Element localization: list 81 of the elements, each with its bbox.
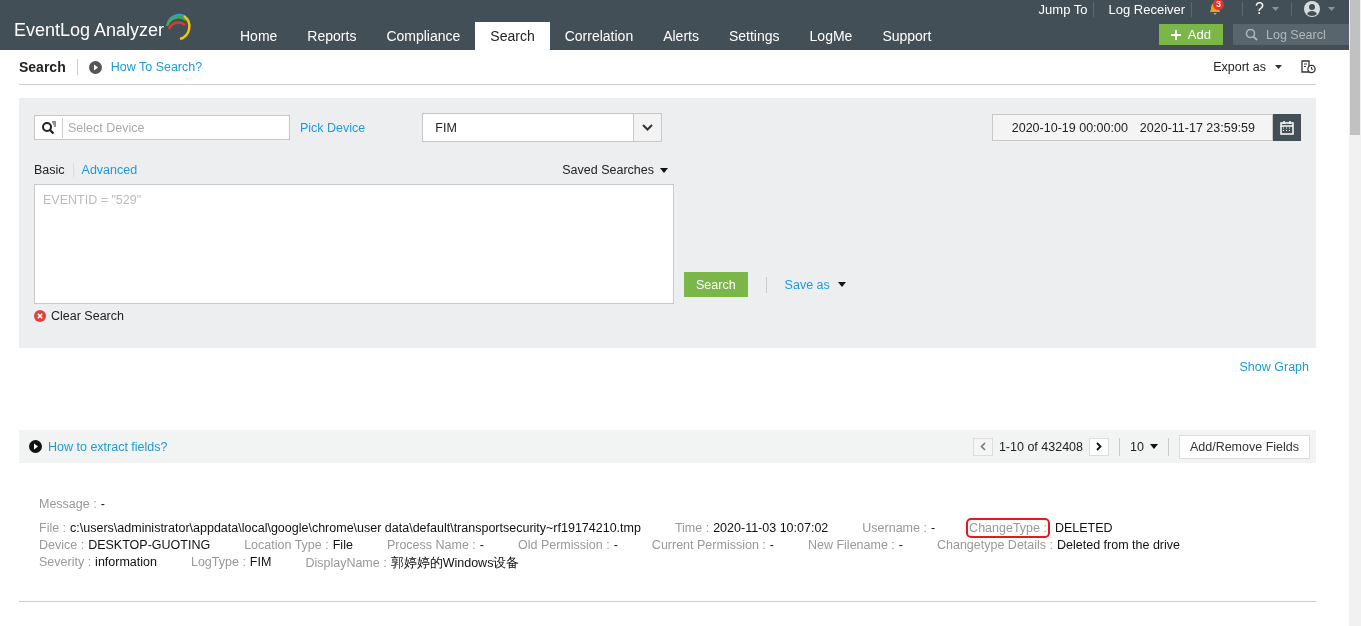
caret-icon xyxy=(1328,7,1335,11)
caret-icon xyxy=(1149,444,1158,449)
field-label: Old Permission : xyxy=(518,538,610,552)
nav-tab[interactable]: LogMe xyxy=(794,22,868,50)
field-label: Username : xyxy=(862,521,927,535)
export-menu[interactable]: Export as xyxy=(1213,60,1266,74)
field-label: DisplayName : xyxy=(305,556,387,570)
field-label: File : xyxy=(39,521,67,535)
play-icon xyxy=(88,60,102,74)
field-value: DELETED xyxy=(1054,521,1113,535)
user-avatar-icon[interactable] xyxy=(1304,1,1320,17)
add-remove-fields-button[interactable]: Add/Remove Fields xyxy=(1178,434,1310,459)
chevron-left-icon xyxy=(979,442,986,451)
field-label: LogType : xyxy=(190,555,246,569)
nav-tab[interactable]: Home xyxy=(225,22,293,50)
field-value: - xyxy=(930,521,936,535)
clear-search-link[interactable]: Clear Search xyxy=(51,309,124,323)
top-link[interactable]: Jump To xyxy=(1032,1,1095,17)
field-value: c:\users\administrator\appdata\local\google\chrome\user data\default\transportsecurity~rf19174210.tmp xyxy=(70,521,641,535)
field-label: Location Type : xyxy=(244,538,329,552)
nav-tab[interactable]: Reports xyxy=(292,22,372,50)
field-label: Process Name : xyxy=(386,538,476,552)
nav-tab[interactable]: Search xyxy=(475,22,550,50)
field-value: - xyxy=(898,538,903,552)
field-value: 2020-11-03 10:07:02 xyxy=(713,521,829,535)
log-search-field[interactable]: Log Searcl xyxy=(1233,24,1349,45)
scrollbar-thumb[interactable] xyxy=(1350,0,1360,135)
nav-tab[interactable]: Compliance xyxy=(371,22,476,50)
nav-tab[interactable]: Support xyxy=(867,22,947,50)
field-value: 郭婷婷的Windows设备 xyxy=(390,556,520,570)
field-value: - xyxy=(479,538,484,552)
next-page-button[interactable] xyxy=(1089,437,1109,456)
field-value: Deleted from the drive xyxy=(1057,538,1180,552)
caret-icon xyxy=(1275,65,1282,69)
field-label: ChangeType : xyxy=(969,521,1047,535)
page-size-menu[interactable]: 10 xyxy=(1130,439,1144,454)
field-value: - xyxy=(613,538,618,552)
log-type-select[interactable]: FIM xyxy=(422,113,663,142)
page-title: Search xyxy=(19,59,66,75)
mode-tab[interactable]: Basic xyxy=(34,163,65,177)
calendar-icon xyxy=(1280,120,1294,135)
nav-tab[interactable]: Correlation xyxy=(549,22,649,50)
calendar-button[interactable] xyxy=(1273,114,1301,141)
field-value: FIM xyxy=(249,555,272,569)
top-link[interactable]: Log Receiver xyxy=(1102,1,1193,17)
help-menu[interactable]: ? xyxy=(1255,0,1264,18)
field-value: - xyxy=(100,497,105,511)
field-label: Time : xyxy=(674,521,710,535)
caret-icon xyxy=(837,282,846,287)
notification-badge: 3 xyxy=(1213,0,1225,10)
caret-icon xyxy=(1272,7,1279,11)
plus-icon xyxy=(1170,29,1181,40)
saved-searches-menu[interactable]: Saved Searches xyxy=(562,163,654,177)
page-range: 1-10 of 432408 xyxy=(998,439,1083,454)
chevron-right-icon xyxy=(1096,442,1102,451)
field-label: Message : xyxy=(39,497,97,511)
field-label: New Filename : xyxy=(807,538,895,552)
log-search-input[interactable]: Log Searcl xyxy=(1266,27,1336,42)
logo-arcs-icon xyxy=(166,11,193,41)
device-field[interactable]: Select Device xyxy=(34,115,290,140)
nav-tab[interactable]: Alerts xyxy=(648,22,714,50)
field-label: Changetype Details : xyxy=(937,538,1054,552)
field-label: Current Permission : xyxy=(651,538,766,552)
clear-icon xyxy=(34,310,46,322)
caret-icon xyxy=(660,167,668,173)
report-clock-icon[interactable] xyxy=(1301,60,1316,74)
field-label: Severity : xyxy=(39,555,92,569)
search-filter-icon xyxy=(41,120,57,135)
app-logo: EventLog Analyzer xyxy=(14,19,165,41)
field-value: File xyxy=(332,538,353,552)
date-range-field[interactable]: 2020-10-19 00:00:00 2020-11-17 23:59:59 xyxy=(991,114,1273,141)
search-icon xyxy=(1245,28,1258,41)
chevron-down-icon xyxy=(642,124,654,131)
nav-tab[interactable]: Settings xyxy=(713,22,795,50)
play-icon xyxy=(29,440,42,453)
query-field[interactable]: EVENTID = "529" xyxy=(34,184,674,304)
field-value: information xyxy=(95,555,157,569)
scrollbar[interactable] xyxy=(1349,0,1361,626)
field-label: Device : xyxy=(39,538,85,552)
field-value: - xyxy=(769,538,774,552)
field-value: DESKTOP-GUOTING xyxy=(88,538,211,552)
